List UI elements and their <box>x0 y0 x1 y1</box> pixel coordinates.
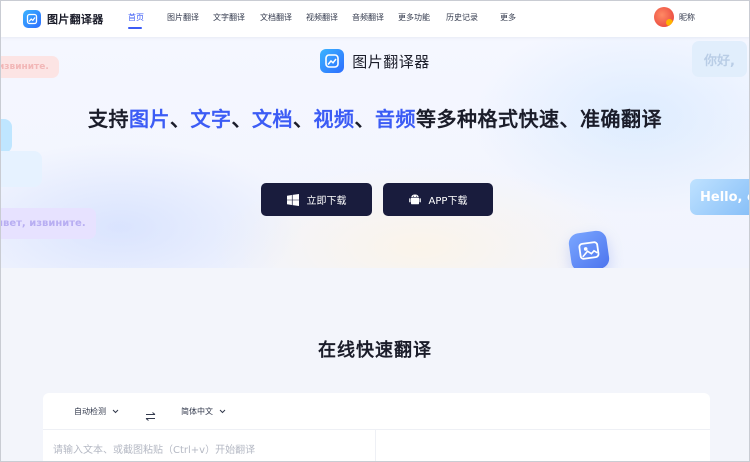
translate-panel: 自动检测 简体中文 <box>43 393 710 462</box>
chevron-down-icon <box>219 409 226 414</box>
chevron-down-icon <box>112 409 119 414</box>
app-logo-icon <box>320 49 345 73</box>
headline-separator: 、 <box>354 107 375 131</box>
headline-item: 视频 <box>313 107 355 131</box>
headline-suffix: 等多种格式快速、准确翻译 <box>416 107 662 131</box>
headline-item: 文档 <box>252 107 293 131</box>
app-download-button[interactable]: APP下载 <box>383 183 493 216</box>
swap-icon <box>145 412 156 421</box>
hero-banner: извините. ивет, извините. 你好, Hello, c 图… <box>0 37 750 268</box>
user-menu[interactable]: 昵称 <box>654 7 695 27</box>
nav-video-translate[interactable]: 视频翻译 <box>306 12 338 23</box>
deco-bubble-russian-2: ивет, извините. <box>0 208 96 239</box>
panel-divider <box>375 430 376 462</box>
source-language-select[interactable]: 自动检测 <box>74 406 119 417</box>
headline-item: 文字 <box>190 107 232 131</box>
hero-logo-text: 图片翻译器 <box>352 52 430 71</box>
target-language-label: 简体中文 <box>181 407 213 416</box>
avatar[interactable] <box>654 7 674 27</box>
nav-more[interactable]: 更多 <box>500 12 516 23</box>
nav-home[interactable]: 首页 <box>128 12 144 23</box>
headline-separator: 、 <box>170 107 191 131</box>
headline-separator: 、 <box>231 107 252 131</box>
active-tab-indicator <box>128 27 142 29</box>
headline-item: 图片 <box>129 107 170 131</box>
headline-prefix: 支持 <box>88 107 129 131</box>
download-button[interactable]: 立即下载 <box>261 183 372 216</box>
language-bar: 自动检测 简体中文 <box>43 393 710 430</box>
deco-bubble-english: Hello, c <box>690 179 750 215</box>
source-text-input[interactable] <box>53 440 363 460</box>
nav-image-translate[interactable]: 图片翻译 <box>167 12 199 23</box>
download-button-label: 立即下载 <box>306 196 347 207</box>
windows-icon <box>286 193 299 206</box>
target-language-select[interactable]: 简体中文 <box>181 406 226 417</box>
nav-text-translate[interactable]: 文字翻译 <box>213 12 245 23</box>
image-icon <box>567 229 611 268</box>
nav-links: 首页 图片翻译 文字翻译 文档翻译 视频翻译 音频翻译 更多功能 历史记录 更多 <box>0 0 750 37</box>
android-icon <box>408 194 421 205</box>
user-name: 昵称 <box>679 12 695 22</box>
section-title: 在线快速翻译 <box>318 340 432 361</box>
source-language-label: 自动检测 <box>74 407 106 416</box>
nav-more-features[interactable]: 更多功能 <box>398 12 430 23</box>
hero-headline: 支持图片、文字、文档、视频、音频等多种格式快速、准确翻译 <box>0 103 750 132</box>
nav-document-translate[interactable]: 文档翻译 <box>260 12 292 23</box>
top-navbar: 图片翻译器 首页 图片翻译 文字翻译 文档翻译 视频翻译 音频翻译 更多功能 历… <box>0 0 750 37</box>
headline-item: 音频 <box>375 107 416 131</box>
deco-shape <box>0 151 42 187</box>
headline-separator: 、 <box>293 107 314 131</box>
swap-languages-button[interactable] <box>145 406 156 425</box>
nav-history[interactable]: 历史记录 <box>446 12 478 23</box>
hero-logo-row: 图片翻译器 <box>0 49 750 73</box>
app-download-button-label: APP下载 <box>428 196 468 207</box>
nav-audio-translate[interactable]: 音频翻译 <box>352 12 384 23</box>
